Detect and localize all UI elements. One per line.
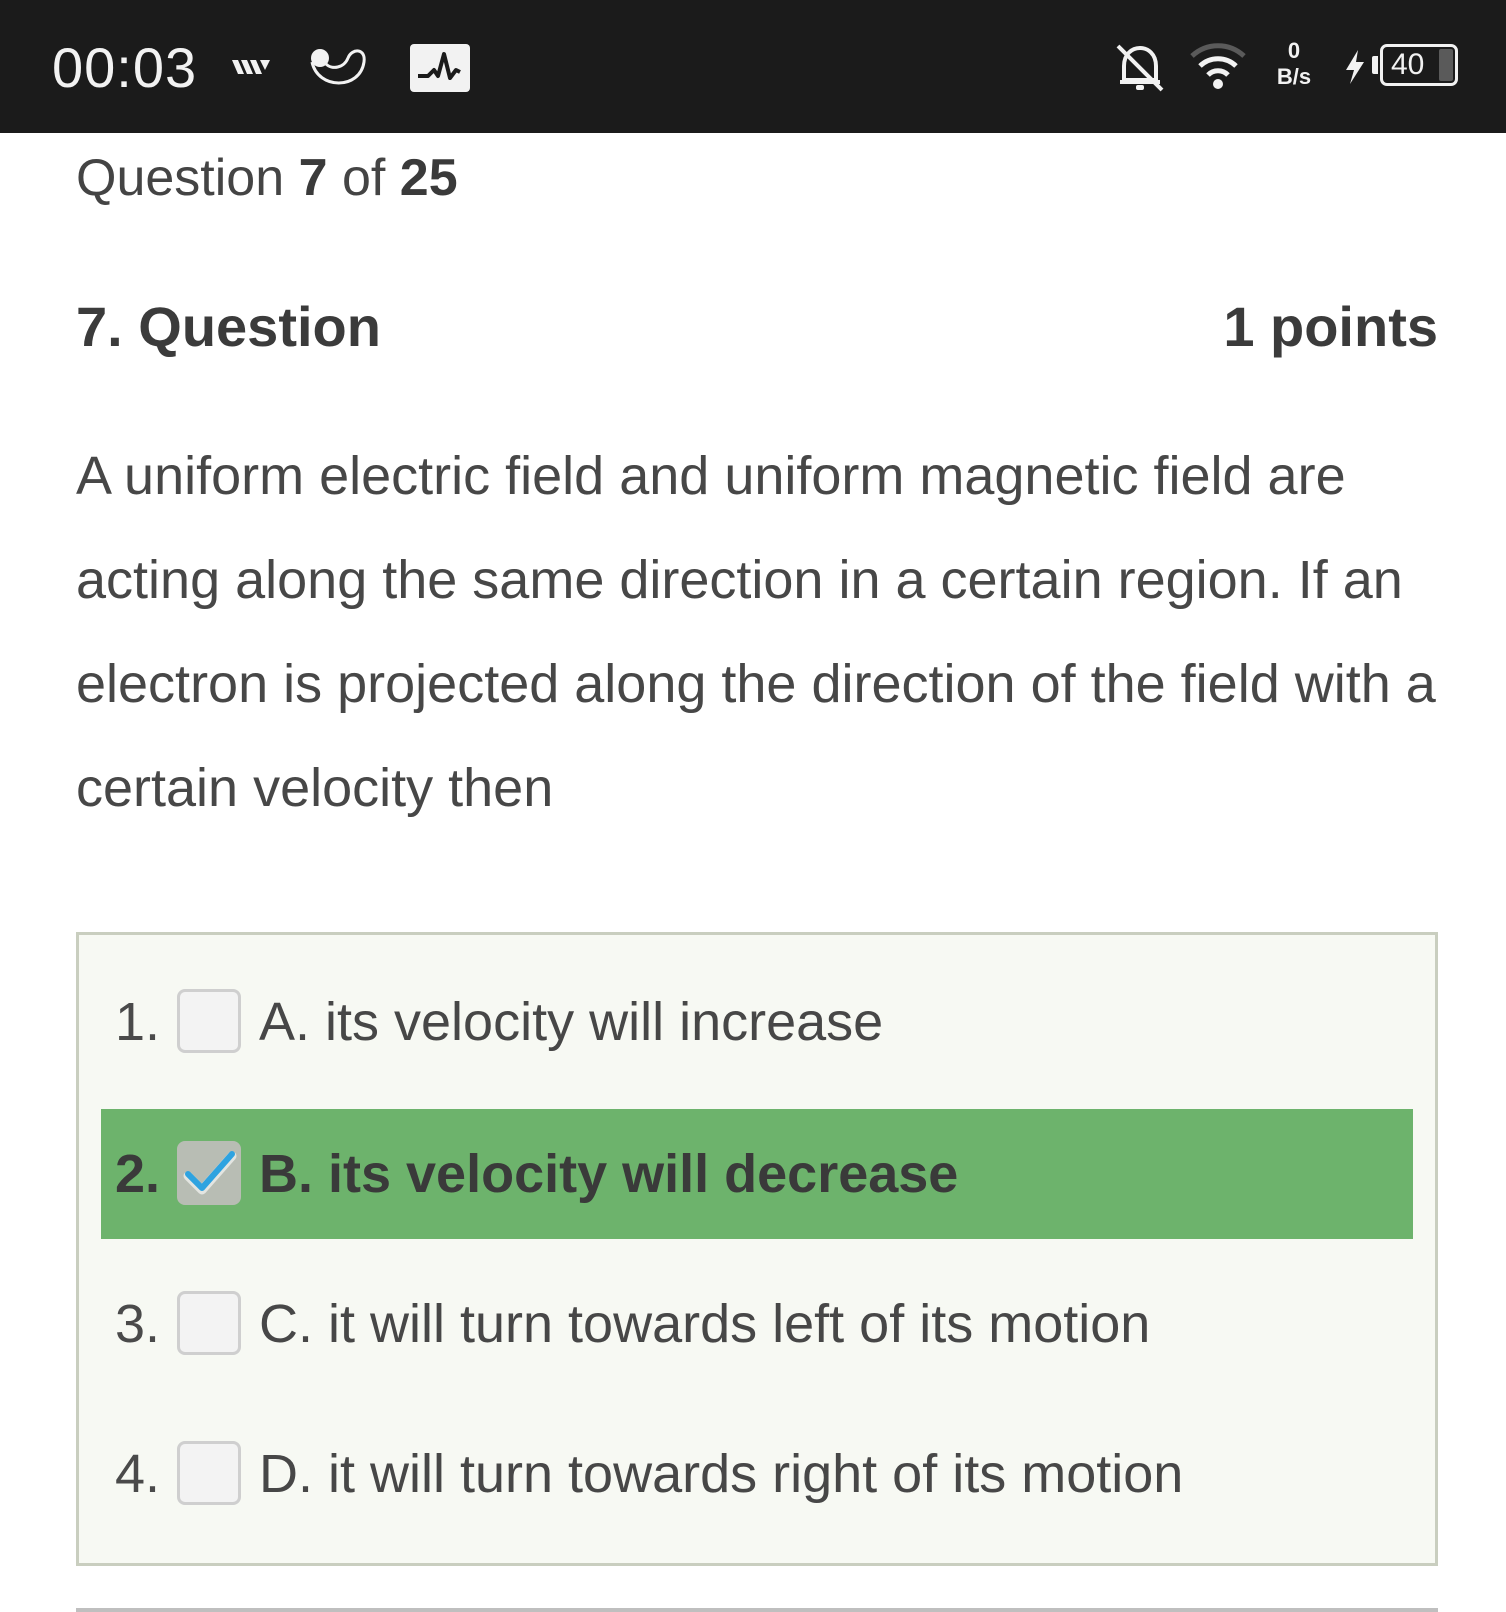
bell-off-icon bbox=[1114, 42, 1166, 94]
option-c-checkbox[interactable] bbox=[177, 1291, 241, 1355]
option-number: 2. bbox=[115, 1144, 161, 1204]
option-b-checkbox[interactable] bbox=[177, 1141, 241, 1205]
option-d[interactable]: 4. D. it will turn towards right of its … bbox=[101, 1409, 1413, 1539]
network-speed-unit: B/s bbox=[1276, 64, 1312, 89]
option-number: 3. bbox=[115, 1294, 161, 1354]
question-title: 7. Question bbox=[76, 295, 381, 358]
question-text: A uniform electric field and uniform mag… bbox=[76, 446, 1436, 818]
question-points: 1 points bbox=[1223, 295, 1438, 358]
battery-tip bbox=[1372, 56, 1378, 74]
option-label: A. its velocity will increase bbox=[259, 992, 884, 1052]
question-progress: Question 7 of 25 bbox=[76, 144, 458, 212]
divider bbox=[76, 1608, 1438, 1612]
network-activity-icon bbox=[232, 58, 272, 76]
wifi-icon bbox=[1188, 40, 1248, 92]
app-notification-icon bbox=[308, 44, 370, 90]
option-d-checkbox[interactable] bbox=[177, 1441, 241, 1505]
option-number: 1. bbox=[115, 992, 161, 1052]
progress-of: of bbox=[341, 149, 386, 207]
option-a-checkbox[interactable] bbox=[177, 989, 241, 1053]
network-speed: 0 B/s bbox=[1268, 38, 1320, 90]
charging-icon bbox=[1344, 50, 1366, 84]
network-speed-value: 0 bbox=[1287, 38, 1301, 63]
checkmark-icon bbox=[183, 1151, 237, 1195]
option-a[interactable]: 1. A. its velocity will increase bbox=[101, 957, 1413, 1087]
battery-icon: 40 bbox=[1380, 44, 1458, 86]
option-c[interactable]: 3. C. it will turn towards left of its m… bbox=[101, 1259, 1413, 1389]
option-label: B. its velocity will decrease bbox=[259, 1144, 959, 1204]
activity-monitor-icon bbox=[410, 44, 470, 92]
option-b[interactable]: 2. B. its velocity will decrease bbox=[101, 1109, 1413, 1239]
answer-options: 1. A. its velocity will increase 2. B. i… bbox=[76, 932, 1438, 1566]
option-label: D. it will turn towards right of its mot… bbox=[259, 1444, 1184, 1504]
option-number: 4. bbox=[115, 1444, 161, 1504]
progress-current: 7 bbox=[298, 149, 328, 207]
clock: 00:03 bbox=[52, 36, 198, 99]
status-bar: 00:03 0 B/s 40 bbox=[0, 0, 1506, 133]
progress-prefix: Question bbox=[76, 149, 285, 207]
battery-level: 40 bbox=[1391, 48, 1425, 81]
battery-fill bbox=[1439, 49, 1453, 81]
progress-total: 25 bbox=[399, 149, 458, 207]
option-label: C. it will turn towards left of its moti… bbox=[259, 1294, 1151, 1354]
